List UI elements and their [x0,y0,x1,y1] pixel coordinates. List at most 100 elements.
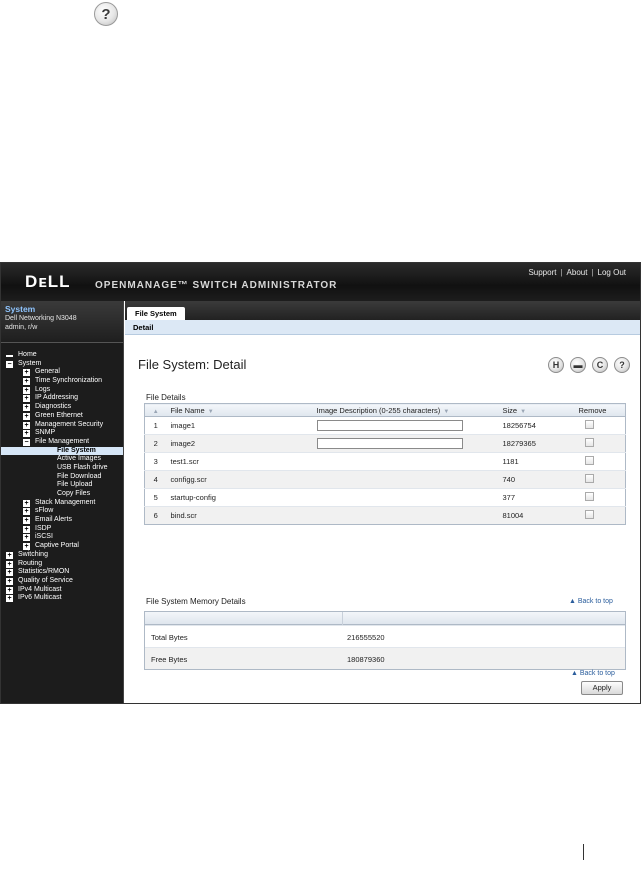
nav-item-quality-of-service[interactable]: + Quality of Service [1,577,123,586]
remove-checkbox[interactable] [584,438,594,447]
nav-item-ipv4-multicast[interactable]: + IPv4 Multicast [1,586,123,595]
nav-item-label: System [18,359,42,367]
expand-icon[interactable]: + [23,421,30,429]
nav-item-management-security[interactable]: + Management Security [1,421,123,430]
index-header[interactable]: ▲ [144,403,167,417]
expand-icon[interactable]: + [23,508,30,516]
expand-icon[interactable]: + [6,595,13,603]
remove-checkbox[interactable] [584,510,594,519]
nav-item-label: Time Synchronization [35,377,103,385]
support-link[interactable]: Support [528,268,556,277]
save-icon[interactable]: H [548,357,564,373]
expand-icon[interactable]: + [23,430,30,438]
nav-item-file-upload[interactable]: File Upload [1,481,123,490]
size-header-label: Size [502,405,518,415]
expand-icon[interactable]: + [23,404,30,412]
nav-item-captive-portal[interactable]: + Captive Portal [1,542,123,551]
expand-icon[interactable]: + [6,577,13,585]
remove-checkbox[interactable] [584,456,594,465]
nav-item-system[interactable]: − System [1,360,123,369]
nav-item-home[interactable]: Home [1,351,123,360]
table-row: 6 bind.scr 81004 [144,506,626,525]
file-rows: 1 image1 18256754 2 image2 18279365 3 test1.scr… [144,416,626,525]
expand-icon[interactable]: + [23,369,30,377]
nav-item-diagnostics[interactable]: + Diagnostics [1,403,123,412]
nav-item-switching[interactable]: + Switching [1,551,123,560]
expand-icon[interactable]: + [23,395,30,403]
file-name: image2 [166,434,313,453]
file-name-header[interactable]: File Name ▼ [166,403,313,417]
memory-table-header [145,612,625,625]
sort-icon: ▼ [443,408,450,415]
logout-link[interactable]: Log Out [598,268,626,277]
about-link[interactable]: About [567,268,588,277]
nav-item-green-ethernet[interactable]: + Green Ethernet [1,412,123,421]
file-name: bind.scr [166,506,313,525]
memory-details-label: File System Memory Details [146,597,246,606]
memory-row-free: Free Bytes 180879360 [145,647,625,669]
print-icon[interactable]: ▬ [570,357,586,373]
nav-item-email-alerts[interactable]: + Email Alerts [1,516,123,525]
description-header[interactable]: Image Description (0-255 characters) ▼ [312,403,499,417]
nav-item-time-synchronization[interactable]: + Time Synchronization [1,377,123,386]
nav-item-file-system[interactable]: File System [1,446,123,456]
expand-icon[interactable]: + [23,534,30,542]
expand-icon[interactable]: + [23,499,30,507]
description-input[interactable] [316,420,463,431]
nav-item-active-images[interactable]: Active Images [1,455,123,464]
expand-icon[interactable]: + [23,517,30,525]
nav-item-general[interactable]: + General [1,368,123,377]
nav-item-stack-management[interactable]: + Stack Management [1,499,123,508]
nav-item-ipv6-multicast[interactable]: + IPv6 Multicast [1,594,123,603]
nav-item-label: Quality of Service [18,576,73,584]
expand-icon[interactable]: + [6,551,13,559]
nav-item-snmp[interactable]: + SNMP [1,429,123,438]
nav-item-isdp[interactable]: + ISDP [1,525,123,534]
expand-icon[interactable]: + [23,525,30,533]
nav-item-file-download[interactable]: File Download [1,473,123,482]
collapse-icon[interactable]: − [23,438,30,446]
remove-cell [574,488,626,507]
expand-icon[interactable]: + [23,543,30,551]
nav-item-label: Logs [35,385,51,393]
sort-icon: ▼ [207,408,214,415]
description-input[interactable] [316,438,463,449]
sort-asc-icon: ▲ [152,408,159,415]
nav-item-copy-files[interactable]: Copy Files [1,490,123,499]
nav-item-label: Diagnostics [35,403,72,411]
back-to-top-link[interactable]: ▲ Back to top [569,598,613,605]
size-header[interactable]: Size ▼ [498,403,575,417]
expand-icon[interactable]: + [6,569,13,577]
subtab-detail[interactable]: Detail [133,323,153,332]
nav-item-sflow[interactable]: + sFlow [1,507,123,516]
expand-icon[interactable]: + [6,586,13,594]
remove-checkbox[interactable] [584,474,594,483]
nav-item-file-management[interactable]: − File Management [1,438,123,447]
help-icon[interactable]: ? [614,357,630,373]
nav-item-routing[interactable]: + Routing [1,560,123,569]
memory-label: Free Bytes [151,655,188,664]
file-size: 1181 [498,452,575,471]
expand-icon[interactable]: + [23,412,30,420]
link-separator: | [591,268,594,277]
remove-checkbox[interactable] [584,420,594,429]
description-cell [312,470,499,489]
collapse-icon[interactable]: − [6,360,13,368]
expand-icon[interactable]: + [6,560,13,568]
expand-icon[interactable]: + [23,386,30,394]
nav-item-logs[interactable]: + Logs [1,386,123,395]
nav-item-usb-flash-drive[interactable]: USB Flash drive [1,464,123,473]
nav-item-statistics-rmon[interactable]: + Statistics/RMON [1,568,123,577]
nav-item-ip-addressing[interactable]: + IP Addressing [1,394,123,403]
system-title[interactable]: System [5,304,119,314]
table-row: 4 configg.scr 740 [144,470,626,489]
help-icon[interactable]: ? [94,2,118,26]
refresh-icon[interactable]: C [592,357,608,373]
remove-checkbox[interactable] [584,492,594,501]
nav-item-iscsi[interactable]: + iSCSI [1,533,123,542]
back-to-top-link[interactable]: ▲ Back to top [571,670,615,677]
expand-icon[interactable]: + [23,378,30,386]
tab-file-system[interactable]: File System [127,307,185,320]
nav-sidebar: System Dell Networking N3048 admin, r/w … [1,301,124,703]
apply-button[interactable]: Apply [581,681,623,695]
